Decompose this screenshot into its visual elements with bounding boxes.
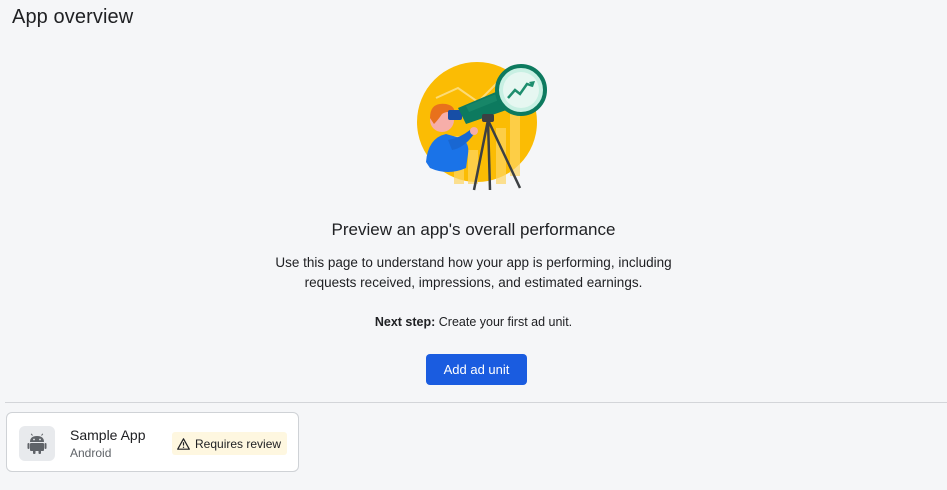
empty-state-description-line: Use this page to understand how your app… [275, 255, 672, 270]
empty-state-description-line: requests received, impressions, and esti… [304, 275, 643, 290]
page-title: App overview [12, 6, 134, 28]
next-step-text: Next step: Create your first ad unit. [0, 315, 947, 329]
next-step-description: Create your first ad unit. [435, 315, 573, 329]
status-badge: Requires review [172, 432, 288, 455]
app-card[interactable]: Sample App Android Requires review [6, 412, 299, 472]
empty-state-description: Use this page to understand how your app… [0, 253, 947, 293]
divider [5, 402, 947, 403]
app-name: Sample App [70, 427, 146, 443]
next-step-label: Next step: [374, 315, 436, 329]
person-with-telescope-illustration [408, 58, 558, 198]
status-label: Requires review [195, 436, 282, 451]
android-icon [19, 426, 55, 461]
app-platform: Android [70, 446, 112, 460]
empty-state-heading: Preview an app's overall performance [331, 220, 616, 239]
warning-icon [177, 437, 190, 450]
app-overview-page: App overview Preview an app's overall pe… [0, 0, 947, 490]
add-ad-unit-button[interactable]: Add ad unit [426, 354, 527, 385]
